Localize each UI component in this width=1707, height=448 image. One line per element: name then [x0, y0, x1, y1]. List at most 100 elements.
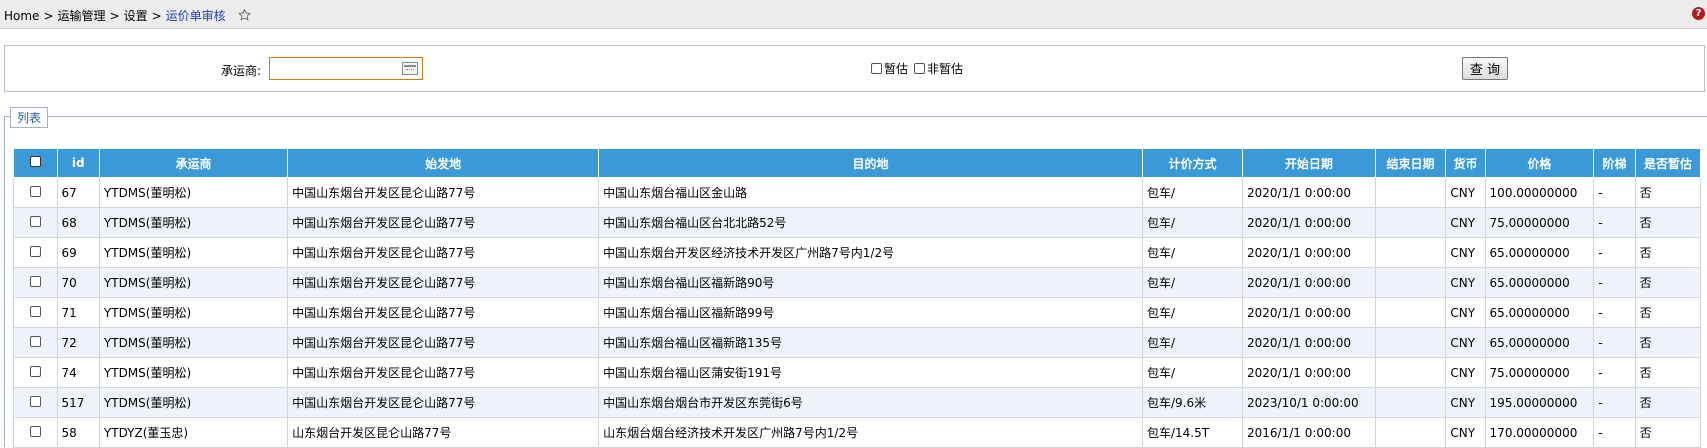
- column-header-currency[interactable]: 货币: [1445, 148, 1486, 178]
- row-checkbox[interactable]: [29, 395, 41, 407]
- column-header-id[interactable]: id: [56, 148, 100, 178]
- row-carrier: YTDMS(董明松): [98, 207, 289, 238]
- row-pricing: 包车/9.6米: [1141, 387, 1244, 418]
- row-select-cell: [13, 297, 58, 328]
- row-carrier: YTDYZ(董玉忠): [98, 417, 289, 448]
- row-select-cell: [13, 417, 58, 448]
- column-header-carrier[interactable]: 承运商: [98, 148, 289, 178]
- row-currency: CNY: [1445, 237, 1486, 268]
- row-start-date: 2020/1/1 0:00:00: [1242, 297, 1376, 328]
- row-checkbox[interactable]: [29, 245, 41, 257]
- breadcrumb-settings[interactable]: 设置: [124, 9, 148, 23]
- row-checkbox[interactable]: [29, 365, 41, 377]
- row-pricing: 包车/: [1141, 237, 1244, 268]
- select-all-cell: [13, 148, 58, 178]
- rate-table: id 承运商 始发地 目的地 计价方式 开始日期 结束日期 货币 价格 阶梯 是…: [13, 148, 1702, 448]
- row-checkbox[interactable]: [29, 215, 41, 227]
- row-price: 195.00000000: [1484, 387, 1595, 418]
- row-tier: -: [1593, 387, 1636, 418]
- row-tier: -: [1593, 267, 1636, 298]
- table-row[interactable]: 71 YTDMS(董明松) 中国山东烟台开发区昆仑山路77号 中国山东烟台福山区福新路…: [13, 297, 1702, 328]
- row-id: 58: [56, 417, 100, 448]
- row-price: 65.00000000: [1484, 267, 1595, 298]
- breadcrumb-home[interactable]: Home: [4, 9, 39, 23]
- row-price: 65.00000000: [1484, 237, 1595, 268]
- row-estimate: 否: [1634, 207, 1702, 238]
- row-select-cell: [13, 387, 58, 418]
- row-end-date: [1374, 297, 1447, 328]
- row-tier: -: [1593, 297, 1636, 328]
- table-row[interactable]: 517 YTDMS(董明松) 中国山东烟台开发区昆仑山路77号 中国山东烟台烟台市开发…: [13, 387, 1702, 418]
- row-end-date: [1374, 267, 1447, 298]
- breadcrumb-separator: >: [151, 9, 162, 23]
- row-checkbox[interactable]: [29, 305, 41, 317]
- row-pricing: 包车/14.5T: [1141, 417, 1244, 448]
- table-row[interactable]: 67 YTDMS(董明松) 中国山东烟台开发区昆仑山路77号 中国山东烟台福山区金山路…: [13, 177, 1702, 208]
- row-destination: 中国山东烟台福山区台北北路52号: [598, 207, 1143, 238]
- row-start-date: 2020/1/1 0:00:00: [1242, 357, 1376, 388]
- row-destination: 中国山东烟台福山区金山路: [598, 177, 1143, 208]
- table-row[interactable]: 72 YTDMS(董明松) 中国山东烟台开发区昆仑山路77号 中国山东烟台福山区福新路…: [13, 327, 1702, 358]
- non-estimate-label: 非暂估: [927, 62, 964, 76]
- breadcrumb-separator: >: [43, 9, 54, 23]
- row-origin: 中国山东烟台开发区昆仑山路77号: [287, 177, 600, 208]
- row-destination: 中国山东烟台福山区福新路90号: [598, 267, 1143, 298]
- table-row[interactable]: 68 YTDMS(董明松) 中国山东烟台开发区昆仑山路77号 中国山东烟台福山区台北北…: [13, 207, 1702, 238]
- row-estimate: 否: [1634, 387, 1702, 418]
- row-currency: CNY: [1445, 177, 1486, 208]
- row-select-cell: [13, 357, 58, 388]
- estimate-filter: 暂估 非暂估: [871, 60, 963, 77]
- query-button[interactable]: 查 询: [1462, 57, 1508, 80]
- calendar-icon[interactable]: [402, 62, 418, 75]
- row-price: 75.00000000: [1484, 207, 1595, 238]
- row-checkbox[interactable]: [29, 275, 41, 287]
- help-circle-icon[interactable]: ?: [1692, 7, 1705, 20]
- row-checkbox[interactable]: [29, 185, 41, 197]
- row-destination: 中国山东烟台开发区经济技术开发区广州路7号内1/2号: [598, 237, 1143, 268]
- non-estimate-checkbox[interactable]: [914, 63, 926, 74]
- row-end-date: [1374, 177, 1447, 208]
- column-header-end-date[interactable]: 结束日期: [1374, 148, 1447, 178]
- row-estimate: 否: [1634, 327, 1702, 358]
- column-header-start-date[interactable]: 开始日期: [1242, 148, 1376, 178]
- row-estimate: 否: [1634, 297, 1702, 328]
- estimate-option[interactable]: 暂估: [871, 60, 908, 77]
- row-id: 71: [56, 297, 100, 328]
- row-start-date: 2023/10/1 0:00:00: [1242, 387, 1376, 418]
- breadcrumb-transport[interactable]: 运输管理: [58, 9, 106, 23]
- row-tier: -: [1593, 207, 1636, 238]
- row-id: 69: [56, 237, 100, 268]
- carrier-field[interactable]: [269, 57, 423, 80]
- row-id: 70: [56, 267, 100, 298]
- column-header-price[interactable]: 价格: [1484, 148, 1595, 178]
- row-end-date: [1374, 237, 1447, 268]
- column-header-destination[interactable]: 目的地: [598, 148, 1143, 178]
- row-start-date: 2020/1/1 0:00:00: [1242, 237, 1376, 268]
- breadcrumb-current: 运价单审核: [165, 9, 226, 23]
- breadcrumb-separator: >: [109, 9, 120, 23]
- star-outline-icon[interactable]: [237, 8, 252, 25]
- row-currency: CNY: [1445, 207, 1486, 238]
- row-id: 74: [56, 357, 100, 388]
- select-all-checkbox[interactable]: [29, 156, 41, 167]
- table-row[interactable]: 58 YTDYZ(董玉忠) 山东烟台开发区昆仑山路77号 山东烟台烟台经济技术开发区广…: [13, 417, 1702, 448]
- row-currency: CNY: [1445, 387, 1486, 418]
- row-checkbox[interactable]: [29, 425, 41, 437]
- table-row[interactable]: 70 YTDMS(董明松) 中国山东烟台开发区昆仑山路77号 中国山东烟台福山区福新路…: [13, 267, 1702, 298]
- row-origin: 中国山东烟台开发区昆仑山路77号: [287, 387, 600, 418]
- row-id: 68: [56, 207, 100, 238]
- estimate-checkbox[interactable]: [871, 63, 882, 74]
- column-header-estimate[interactable]: 是否暂估: [1634, 148, 1702, 178]
- table-row[interactable]: 74 YTDMS(董明松) 中国山东烟台开发区昆仑山路77号 中国山东烟台福山区蒲安街…: [13, 357, 1702, 388]
- row-start-date: 2020/1/1 0:00:00: [1242, 177, 1376, 208]
- column-header-origin[interactable]: 始发地: [287, 148, 600, 178]
- column-header-tier[interactable]: 阶梯: [1593, 148, 1636, 178]
- row-end-date: [1374, 357, 1447, 388]
- table-row[interactable]: 69 YTDMS(董明松) 中国山东烟台开发区昆仑山路77号 中国山东烟台开发区经济技…: [13, 237, 1702, 268]
- non-estimate-option[interactable]: 非暂估: [914, 60, 963, 77]
- row-tier: -: [1593, 417, 1636, 448]
- row-checkbox[interactable]: [29, 335, 41, 347]
- column-header-pricing[interactable]: 计价方式: [1141, 148, 1244, 178]
- row-currency: CNY: [1445, 357, 1486, 388]
- row-estimate: 否: [1634, 357, 1702, 388]
